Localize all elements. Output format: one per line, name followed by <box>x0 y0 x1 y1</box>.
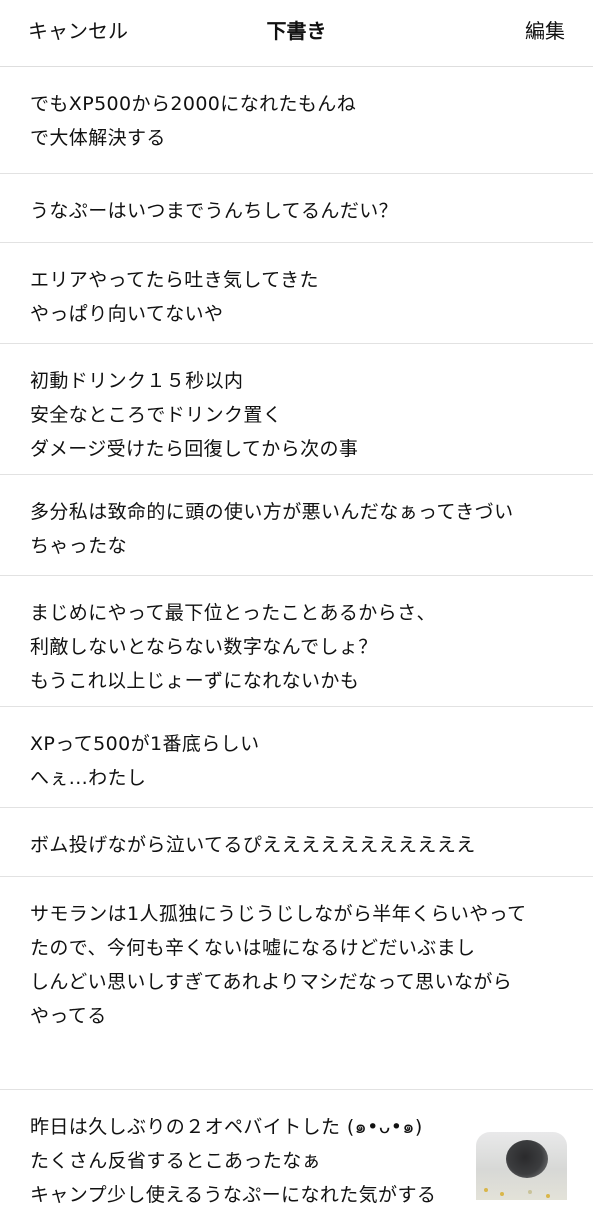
draft-item[interactable]: サモランは1人孤独にうじうじしながら半年くらいやって たので、今何も辛くないは嘘… <box>0 877 593 1090</box>
thumbnail-detail <box>500 1192 504 1196</box>
draft-item[interactable]: でもXP500から2000になれたもんね で大体解決する <box>0 67 593 174</box>
draft-text: サモランは1人孤独にうじうじしながら半年くらいやって たので、今何も辛くないは嘘… <box>30 903 527 1027</box>
thumbnail-image <box>506 1140 548 1178</box>
draft-item[interactable]: 初動ドリンク１５秒以内 安全なところでドリンク置く ダメージ受けたら回復してから… <box>0 344 593 475</box>
thumbnail-detail <box>528 1190 532 1194</box>
draft-text: ボム投げながら泣いてるぴえええええええええええ <box>30 834 476 856</box>
navigation-bar: キャンセル 下書き 編集 <box>0 0 593 67</box>
draft-item[interactable]: エリアやってたら吐き気してきた やっぱり向いてないや <box>0 243 593 344</box>
draft-text: 初動ドリンク１５秒以内 安全なところでドリンク置く ダメージ受けたら回復してから… <box>30 370 359 460</box>
draft-item[interactable]: まじめにやって最下位とったことあるからさ、 利敵しないとならない数字なんでしょ？… <box>0 576 593 707</box>
draft-text: 多分私は致命的に頭の使い方が悪いんだなぁってきづい ちゃったな <box>30 501 514 557</box>
edit-button[interactable]: 編集 <box>525 18 565 44</box>
draft-item[interactable]: 多分私は致命的に頭の使い方が悪いんだなぁってきづい ちゃったな <box>0 475 593 576</box>
draft-item[interactable]: ボム投げながら泣いてるぴえええええええええええ <box>0 808 593 877</box>
thumbnail-detail <box>546 1194 550 1198</box>
draft-text: エリアやってたら吐き気してきた やっぱり向いてないや <box>30 269 319 325</box>
page-title: 下書き <box>266 19 327 43</box>
draft-text: XPって500が1番底らしい へぇ...わたし <box>30 733 260 789</box>
thumbnail-detail <box>484 1188 488 1192</box>
draft-text: まじめにやって最下位とったことあるからさ、 利敵しないとならない数字なんでしょ？… <box>30 602 436 692</box>
draft-text: でもXP500から2000になれたもんね で大体解決する <box>30 93 357 149</box>
drafts-list: でもXP500から2000になれたもんね で大体解決する うなぷーはいつまでうん… <box>0 67 593 1230</box>
draft-item[interactable]: うなぷーはいつまでうんちしてるんだい？ <box>0 174 593 243</box>
draft-item[interactable]: XPって500が1番底らしい へぇ...わたし <box>0 707 593 808</box>
draft-text: うなぷーはいつまでうんちしてるんだい？ <box>30 200 399 222</box>
draft-media-thumbnail[interactable] <box>476 1132 567 1200</box>
